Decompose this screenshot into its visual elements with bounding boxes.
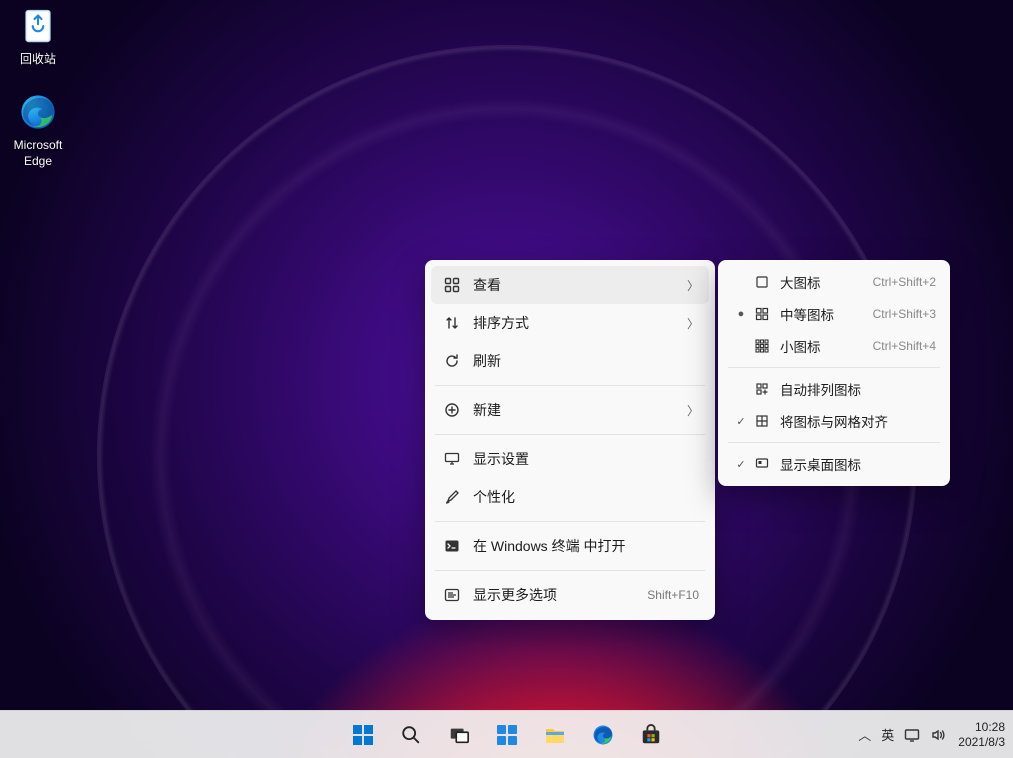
search-button[interactable] xyxy=(391,715,431,755)
check-icon: ✓ xyxy=(732,415,750,428)
medium-icons-icon xyxy=(752,307,772,321)
menu-item-view[interactable]: 查看 〉 xyxy=(431,266,709,304)
sort-icon xyxy=(441,315,463,331)
menu-item-label: 排序方式 xyxy=(463,313,687,333)
taskview-button[interactable] xyxy=(439,715,479,755)
desktop-icon-label: 回收站 xyxy=(0,52,76,68)
check-icon: ✓ xyxy=(732,458,750,471)
store-button[interactable] xyxy=(631,715,671,755)
submenu-item-auto-arrange[interactable]: 自动排列图标 xyxy=(724,373,944,405)
desktop-icon-edge[interactable]: Microsoft Edge xyxy=(0,90,76,169)
clock-date: 2021/8/3 xyxy=(958,735,1005,749)
chevron-right-icon: 〉 xyxy=(687,402,699,419)
taskbar: ︿ 英 10:28 2021/8/3 xyxy=(0,710,1013,758)
ime-indicator[interactable]: 英 xyxy=(881,725,894,744)
menu-separator xyxy=(435,521,705,522)
radio-selected-icon: ● xyxy=(732,308,750,320)
recycle-bin-icon xyxy=(16,4,60,48)
terminal-icon xyxy=(441,538,463,554)
volume-icon[interactable] xyxy=(930,727,946,743)
taskbar-clock[interactable]: 10:28 2021/8/3 xyxy=(958,720,1005,749)
submenu-item-shortcut: Ctrl+Shift+4 xyxy=(873,339,936,353)
display-icon xyxy=(441,451,463,467)
tray-chevron-icon[interactable]: ︿ xyxy=(858,725,871,744)
chevron-right-icon: 〉 xyxy=(687,277,699,294)
chevron-right-icon: 〉 xyxy=(687,315,699,332)
menu-item-label: 显示设置 xyxy=(463,449,699,469)
brush-icon xyxy=(441,489,463,505)
menu-separator xyxy=(728,367,940,368)
submenu-item-show-icons[interactable]: ✓ 显示桌面图标 xyxy=(724,448,944,480)
submenu-item-large-icons[interactable]: 大图标 Ctrl+Shift+2 xyxy=(724,266,944,298)
submenu-item-medium-icons[interactable]: ● 中等图标 Ctrl+Shift+3 xyxy=(724,298,944,330)
widgets-button[interactable] xyxy=(487,715,527,755)
menu-item-terminal[interactable]: 在 Windows 终端 中打开 xyxy=(431,527,709,565)
menu-separator xyxy=(435,434,705,435)
submenu-item-label: 显示桌面图标 xyxy=(772,454,936,474)
network-icon[interactable] xyxy=(904,727,920,743)
menu-item-label: 显示更多选项 xyxy=(463,585,647,605)
auto-arrange-icon xyxy=(752,382,772,396)
start-button[interactable] xyxy=(343,715,383,755)
menu-item-label: 查看 xyxy=(463,275,687,295)
grid-icon xyxy=(441,277,463,293)
menu-item-label: 刷新 xyxy=(463,351,699,371)
menu-item-label: 新建 xyxy=(463,400,687,420)
menu-item-sort[interactable]: 排序方式 〉 xyxy=(431,304,709,342)
desktop-icon-label: Microsoft Edge xyxy=(0,138,76,169)
submenu-item-label: 自动排列图标 xyxy=(772,379,936,399)
taskbar-right: ︿ 英 10:28 2021/8/3 xyxy=(858,720,1005,749)
submenu-item-label: 中等图标 xyxy=(772,304,873,324)
menu-item-refresh[interactable]: 刷新 xyxy=(431,342,709,380)
plus-circle-icon xyxy=(441,402,463,418)
submenu-item-label: 大图标 xyxy=(772,272,873,292)
more-icon xyxy=(441,587,463,603)
submenu-item-shortcut: Ctrl+Shift+3 xyxy=(873,307,936,321)
view-submenu: 大图标 Ctrl+Shift+2 ● 中等图标 Ctrl+Shift+3 小图标… xyxy=(718,260,950,486)
submenu-item-label: 将图标与网格对齐 xyxy=(772,411,936,431)
menu-separator xyxy=(435,385,705,386)
menu-separator xyxy=(728,442,940,443)
clock-time: 10:28 xyxy=(958,720,1005,734)
desktop-context-menu: 查看 〉 排序方式 〉 刷新 新建 〉 显示设置 个性化 xyxy=(425,260,715,620)
small-icons-icon xyxy=(752,339,772,353)
edge-button[interactable] xyxy=(583,715,623,755)
edge-icon xyxy=(16,90,60,134)
grid-align-icon xyxy=(752,414,772,428)
desktop-icon-recycle-bin[interactable]: 回收站 xyxy=(0,4,76,68)
menu-separator xyxy=(435,570,705,571)
taskbar-center xyxy=(343,715,671,755)
submenu-item-align-grid[interactable]: ✓ 将图标与网格对齐 xyxy=(724,405,944,437)
explorer-button[interactable] xyxy=(535,715,575,755)
menu-item-new[interactable]: 新建 〉 xyxy=(431,391,709,429)
desktop-icons-icon xyxy=(752,457,772,471)
large-icons-icon xyxy=(752,275,772,289)
menu-item-shortcut: Shift+F10 xyxy=(647,588,699,602)
submenu-item-shortcut: Ctrl+Shift+2 xyxy=(873,275,936,289)
submenu-item-small-icons[interactable]: 小图标 Ctrl+Shift+4 xyxy=(724,330,944,362)
menu-item-display-settings[interactable]: 显示设置 xyxy=(431,440,709,478)
refresh-icon xyxy=(441,353,463,369)
menu-item-personalize[interactable]: 个性化 xyxy=(431,478,709,516)
menu-item-label: 个性化 xyxy=(463,487,699,507)
menu-item-more-options[interactable]: 显示更多选项 Shift+F10 xyxy=(431,576,709,614)
submenu-item-label: 小图标 xyxy=(772,336,873,356)
menu-item-label: 在 Windows 终端 中打开 xyxy=(463,536,699,556)
